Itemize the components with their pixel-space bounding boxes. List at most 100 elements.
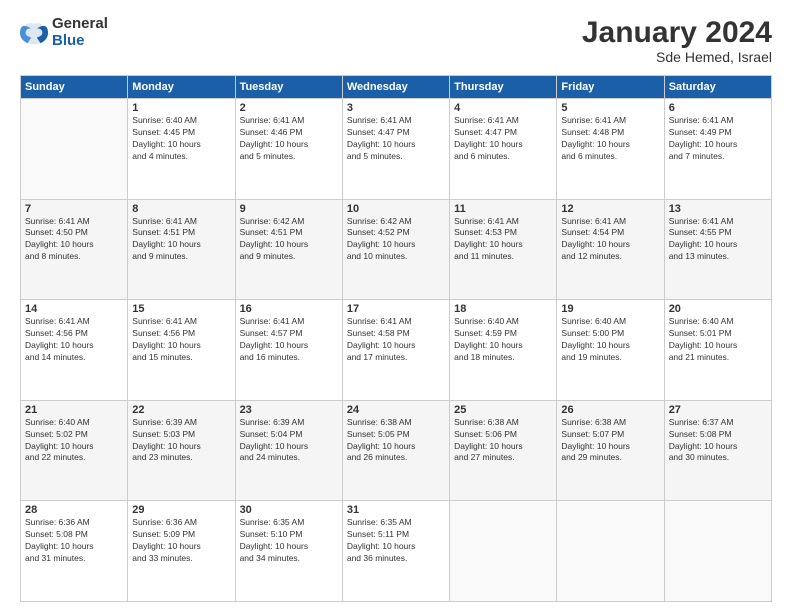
day-number: 23 (240, 404, 338, 416)
day-info: Sunrise: 6:39 AM Sunset: 5:03 PM Dayligh… (132, 417, 230, 465)
logo-icon (20, 19, 48, 47)
day-info: Sunrise: 6:41 AM Sunset: 4:56 PM Dayligh… (25, 316, 123, 364)
day-info: Sunrise: 6:41 AM Sunset: 4:56 PM Dayligh… (132, 316, 230, 364)
day-info: Sunrise: 6:42 AM Sunset: 4:52 PM Dayligh… (347, 216, 445, 264)
day-number: 24 (347, 404, 445, 416)
calendar-table: SundayMondayTuesdayWednesdayThursdayFrid… (20, 75, 772, 602)
day-number: 17 (347, 303, 445, 315)
day-number: 30 (240, 504, 338, 516)
day-info: Sunrise: 6:41 AM Sunset: 4:47 PM Dayligh… (347, 115, 445, 163)
day-info: Sunrise: 6:41 AM Sunset: 4:51 PM Dayligh… (132, 216, 230, 264)
day-info: Sunrise: 6:36 AM Sunset: 5:09 PM Dayligh… (132, 517, 230, 565)
day-cell: 20Sunrise: 6:40 AM Sunset: 5:01 PM Dayli… (664, 300, 771, 401)
logo: General Blue (20, 16, 108, 49)
day-info: Sunrise: 6:41 AM Sunset: 4:50 PM Dayligh… (25, 216, 123, 264)
day-cell: 28Sunrise: 6:36 AM Sunset: 5:08 PM Dayli… (21, 501, 128, 602)
day-number: 7 (25, 203, 123, 215)
day-info: Sunrise: 6:38 AM Sunset: 5:05 PM Dayligh… (347, 417, 445, 465)
day-info: Sunrise: 6:36 AM Sunset: 5:08 PM Dayligh… (25, 517, 123, 565)
day-number: 9 (240, 203, 338, 215)
header-row: SundayMondayTuesdayWednesdayThursdayFrid… (21, 76, 772, 99)
col-header-friday: Friday (557, 76, 664, 99)
week-row-3: 14Sunrise: 6:41 AM Sunset: 4:56 PM Dayli… (21, 300, 772, 401)
week-row-5: 28Sunrise: 6:36 AM Sunset: 5:08 PM Dayli… (21, 501, 772, 602)
day-number: 4 (454, 102, 552, 114)
day-cell: 14Sunrise: 6:41 AM Sunset: 4:56 PM Dayli… (21, 300, 128, 401)
day-number: 28 (25, 504, 123, 516)
day-cell: 31Sunrise: 6:35 AM Sunset: 5:11 PM Dayli… (342, 501, 449, 602)
calendar-body: 1Sunrise: 6:40 AM Sunset: 4:45 PM Daylig… (21, 99, 772, 602)
day-cell: 1Sunrise: 6:40 AM Sunset: 4:45 PM Daylig… (128, 99, 235, 200)
day-info: Sunrise: 6:41 AM Sunset: 4:57 PM Dayligh… (240, 316, 338, 364)
logo-general-text: General (52, 16, 108, 33)
day-number: 19 (561, 303, 659, 315)
day-number: 2 (240, 102, 338, 114)
title-block: January 2024 Sde Hemed, Israel (582, 16, 772, 65)
day-info: Sunrise: 6:39 AM Sunset: 5:04 PM Dayligh… (240, 417, 338, 465)
day-cell: 7Sunrise: 6:41 AM Sunset: 4:50 PM Daylig… (21, 199, 128, 300)
col-header-monday: Monday (128, 76, 235, 99)
day-cell (21, 99, 128, 200)
calendar-title: January 2024 (582, 16, 772, 49)
day-info: Sunrise: 6:35 AM Sunset: 5:10 PM Dayligh… (240, 517, 338, 565)
day-cell: 11Sunrise: 6:41 AM Sunset: 4:53 PM Dayli… (450, 199, 557, 300)
col-header-tuesday: Tuesday (235, 76, 342, 99)
calendar-page: General Blue January 2024 Sde Hemed, Isr… (0, 0, 792, 612)
col-header-thursday: Thursday (450, 76, 557, 99)
day-cell: 17Sunrise: 6:41 AM Sunset: 4:58 PM Dayli… (342, 300, 449, 401)
day-number: 20 (669, 303, 767, 315)
day-cell (450, 501, 557, 602)
day-info: Sunrise: 6:41 AM Sunset: 4:49 PM Dayligh… (669, 115, 767, 163)
day-number: 5 (561, 102, 659, 114)
day-number: 22 (132, 404, 230, 416)
day-info: Sunrise: 6:41 AM Sunset: 4:55 PM Dayligh… (669, 216, 767, 264)
day-info: Sunrise: 6:37 AM Sunset: 5:08 PM Dayligh… (669, 417, 767, 465)
week-row-2: 7Sunrise: 6:41 AM Sunset: 4:50 PM Daylig… (21, 199, 772, 300)
logo-text: General Blue (52, 16, 108, 49)
day-cell (664, 501, 771, 602)
day-cell: 21Sunrise: 6:40 AM Sunset: 5:02 PM Dayli… (21, 400, 128, 501)
day-number: 16 (240, 303, 338, 315)
day-info: Sunrise: 6:41 AM Sunset: 4:54 PM Dayligh… (561, 216, 659, 264)
day-number: 12 (561, 203, 659, 215)
day-cell: 16Sunrise: 6:41 AM Sunset: 4:57 PM Dayli… (235, 300, 342, 401)
day-cell: 12Sunrise: 6:41 AM Sunset: 4:54 PM Dayli… (557, 199, 664, 300)
day-number: 13 (669, 203, 767, 215)
day-info: Sunrise: 6:40 AM Sunset: 5:01 PM Dayligh… (669, 316, 767, 364)
day-info: Sunrise: 6:40 AM Sunset: 5:00 PM Dayligh… (561, 316, 659, 364)
day-cell: 10Sunrise: 6:42 AM Sunset: 4:52 PM Dayli… (342, 199, 449, 300)
day-info: Sunrise: 6:38 AM Sunset: 5:07 PM Dayligh… (561, 417, 659, 465)
day-number: 29 (132, 504, 230, 516)
day-cell: 13Sunrise: 6:41 AM Sunset: 4:55 PM Dayli… (664, 199, 771, 300)
week-row-1: 1Sunrise: 6:40 AM Sunset: 4:45 PM Daylig… (21, 99, 772, 200)
day-number: 25 (454, 404, 552, 416)
day-number: 26 (561, 404, 659, 416)
day-cell (557, 501, 664, 602)
day-number: 31 (347, 504, 445, 516)
day-cell: 18Sunrise: 6:40 AM Sunset: 4:59 PM Dayli… (450, 300, 557, 401)
day-number: 18 (454, 303, 552, 315)
day-info: Sunrise: 6:41 AM Sunset: 4:47 PM Dayligh… (454, 115, 552, 163)
day-number: 14 (25, 303, 123, 315)
day-number: 10 (347, 203, 445, 215)
day-number: 3 (347, 102, 445, 114)
day-info: Sunrise: 6:41 AM Sunset: 4:48 PM Dayligh… (561, 115, 659, 163)
day-info: Sunrise: 6:35 AM Sunset: 5:11 PM Dayligh… (347, 517, 445, 565)
day-number: 8 (132, 203, 230, 215)
day-info: Sunrise: 6:41 AM Sunset: 4:46 PM Dayligh… (240, 115, 338, 163)
day-cell: 5Sunrise: 6:41 AM Sunset: 4:48 PM Daylig… (557, 99, 664, 200)
day-number: 11 (454, 203, 552, 215)
day-info: Sunrise: 6:40 AM Sunset: 4:45 PM Dayligh… (132, 115, 230, 163)
day-info: Sunrise: 6:40 AM Sunset: 5:02 PM Dayligh… (25, 417, 123, 465)
day-info: Sunrise: 6:41 AM Sunset: 4:58 PM Dayligh… (347, 316, 445, 364)
day-number: 27 (669, 404, 767, 416)
day-cell: 23Sunrise: 6:39 AM Sunset: 5:04 PM Dayli… (235, 400, 342, 501)
day-info: Sunrise: 6:42 AM Sunset: 4:51 PM Dayligh… (240, 216, 338, 264)
header: General Blue January 2024 Sde Hemed, Isr… (20, 16, 772, 65)
day-cell: 9Sunrise: 6:42 AM Sunset: 4:51 PM Daylig… (235, 199, 342, 300)
day-cell: 4Sunrise: 6:41 AM Sunset: 4:47 PM Daylig… (450, 99, 557, 200)
day-number: 6 (669, 102, 767, 114)
day-cell: 22Sunrise: 6:39 AM Sunset: 5:03 PM Dayli… (128, 400, 235, 501)
day-cell: 6Sunrise: 6:41 AM Sunset: 4:49 PM Daylig… (664, 99, 771, 200)
calendar-subtitle: Sde Hemed, Israel (582, 49, 772, 65)
